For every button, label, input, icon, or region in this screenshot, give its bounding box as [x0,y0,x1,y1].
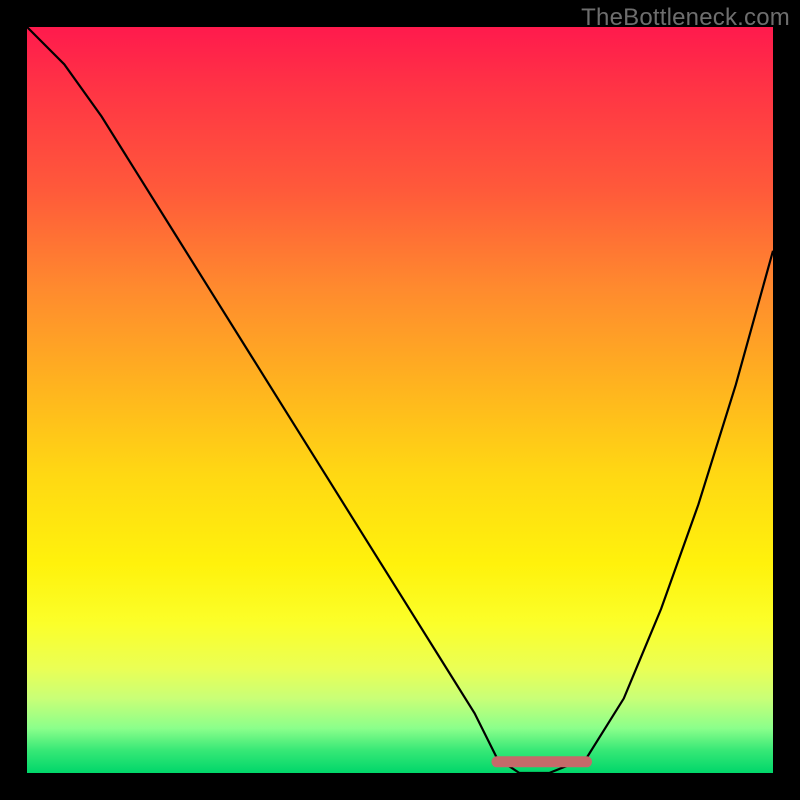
series-layer [27,27,773,773]
bottleneck-curve [27,27,773,773]
chart-frame: TheBottleneck.com [0,0,800,800]
plot-area [27,27,773,773]
attribution-label: TheBottleneck.com [581,4,790,32]
